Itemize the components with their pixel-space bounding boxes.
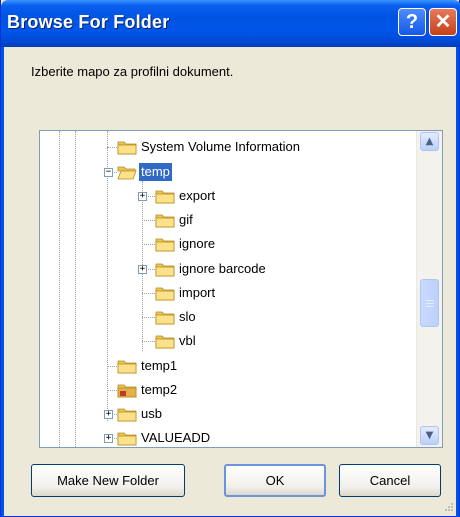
tree-item-ignore[interactable]: ignore [40, 235, 410, 253]
tree-item-label: import [179, 285, 216, 300]
ok-button[interactable]: OK [224, 464, 326, 497]
tree-item-label: ignore barcode [179, 261, 266, 276]
folder-icon [155, 309, 175, 325]
tree-item-vbl[interactable]: vbl [40, 332, 410, 350]
folder-icon [117, 139, 137, 155]
folder-tree[interactable]: System Volume Information − temp + export gif… [39, 130, 443, 448]
resize-grip-icon[interactable] [444, 502, 454, 512]
collapse-icon[interactable]: − [104, 168, 113, 177]
grip-line [426, 303, 434, 304]
help-button[interactable]: ? [398, 8, 426, 36]
folder-icon [155, 212, 175, 228]
tree-item-valueadd[interactable]: + VALUEADD [40, 429, 410, 447]
tree-item-label: usb [141, 406, 162, 421]
tree-item-gif[interactable]: gif [40, 211, 410, 229]
expand-icon[interactable]: + [138, 192, 147, 201]
tree-item-label: vbl [179, 333, 196, 348]
tree-item-temp1[interactable]: temp1 [40, 357, 410, 375]
tree-item-label: VALUEADD [141, 430, 211, 445]
tree-item-label: export [179, 188, 216, 203]
folder-special-icon [117, 382, 137, 398]
tree-item-temp[interactable]: − temp [40, 163, 410, 181]
tree-connector [107, 390, 117, 391]
folder-icon [117, 358, 137, 374]
chevron-down-icon: ▼ [425, 430, 434, 441]
folder-icon [117, 406, 137, 422]
close-icon: ✕ [434, 11, 452, 33]
chevron-up-icon: ▲ [425, 136, 434, 147]
tree-item-label: temp [139, 163, 172, 181]
tree-connector [142, 244, 155, 245]
window-frame-left [1, 47, 4, 517]
scroll-thumb[interactable] [420, 279, 439, 327]
folder-icon [155, 261, 175, 277]
make-new-folder-button[interactable]: Make New Folder [31, 464, 185, 497]
vertical-scrollbar[interactable]: ▲ ▼ [416, 131, 442, 447]
browse-for-folder-dialog: Browse For Folder ? ✕ Izberite mapo za p… [0, 0, 460, 517]
tree-connector [142, 220, 155, 221]
folder-icon [155, 236, 175, 252]
instruction-text: Izberite mapo za profilni dokument. [31, 64, 234, 79]
expand-icon[interactable]: + [138, 265, 147, 274]
tree-item-temp2[interactable]: temp2 [40, 381, 410, 399]
close-button[interactable]: ✕ [429, 8, 457, 36]
title-bar[interactable]: Browse For Folder ? ✕ [1, 0, 460, 47]
tree-item-slo[interactable]: slo [40, 308, 410, 326]
grip-line [426, 300, 434, 301]
folder-open-icon [117, 164, 137, 180]
tree-item-usb[interactable]: + usb [40, 405, 410, 423]
scroll-up-button[interactable]: ▲ [420, 132, 439, 151]
expand-icon[interactable]: + [104, 410, 113, 419]
tree-connector [142, 317, 155, 318]
tree-item-label: gif [179, 212, 193, 227]
tree-item-system-volume-information[interactable]: System Volume Information [40, 138, 410, 156]
tree-item-export[interactable]: + export [40, 187, 410, 205]
tree-item-import[interactable]: import [40, 284, 410, 302]
tree-connector [142, 293, 155, 294]
tree-item-label: temp2 [141, 382, 178, 397]
window-frame-right [456, 47, 459, 517]
help-icon: ? [405, 11, 419, 33]
cancel-button[interactable]: Cancel [339, 464, 441, 497]
tree-connector [107, 366, 117, 367]
tree-item-ignore-barcode[interactable]: + ignore barcode [40, 260, 410, 278]
tree-item-label: System Volume Information [141, 139, 300, 154]
window-title: Browse For Folder [7, 12, 170, 32]
tree-connector [142, 341, 155, 342]
folder-icon [117, 430, 137, 446]
grip-line [426, 306, 434, 307]
tree-item-label: slo [179, 309, 196, 324]
scroll-down-button[interactable]: ▼ [420, 426, 439, 445]
folder-icon [155, 188, 175, 204]
tree-item-label: ignore [179, 236, 216, 251]
expand-icon[interactable]: + [104, 434, 113, 443]
tree-connector [107, 147, 117, 148]
tree-item-label: temp1 [141, 358, 178, 373]
folder-icon [155, 333, 175, 349]
folder-icon [155, 285, 175, 301]
